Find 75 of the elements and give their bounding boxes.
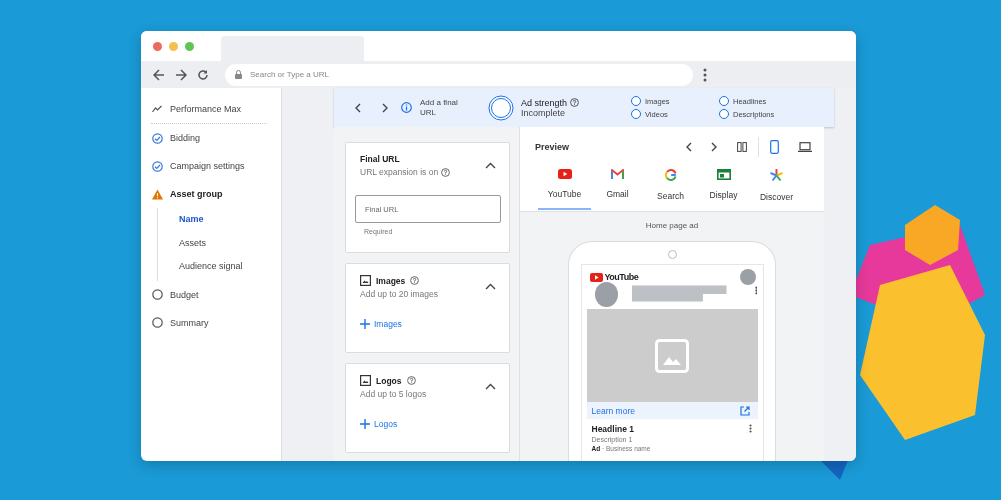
ad-format-label: Home page ad xyxy=(645,221,699,230)
card-subtitle: Add up to 5 logos xyxy=(360,389,427,399)
asterisk-icon xyxy=(770,169,783,182)
brand-logo-text: YouTube xyxy=(604,272,639,282)
external-link-icon[interactable] xyxy=(739,405,750,416)
empty-circle-icon xyxy=(152,317,163,328)
g-circle-icon xyxy=(664,169,677,181)
chevron-right-icon[interactable] xyxy=(711,142,718,152)
channel-tab[interactable]: Gmail xyxy=(591,166,644,210)
ad-strength-status: Incomplete xyxy=(521,107,566,118)
channel-tab[interactable]: Display xyxy=(697,166,750,210)
sidebar-subitem[interactable]: Audience signal xyxy=(158,255,281,279)
columns-icon[interactable] xyxy=(737,142,747,152)
help-icon[interactable] xyxy=(406,376,416,385)
phone-icon[interactable] xyxy=(770,140,779,154)
add-button[interactable]: Logos xyxy=(360,419,398,429)
more-options-icon[interactable] xyxy=(703,67,707,82)
channel-tab[interactable]: Discover xyxy=(750,166,803,210)
help-icon[interactable] xyxy=(570,98,580,107)
card-subtitle: URL expansion is on xyxy=(360,167,439,177)
sidebar-item[interactable]: Performance Max xyxy=(141,95,281,123)
sidebar-item[interactable]: Bidding xyxy=(141,124,281,152)
help-icon[interactable] xyxy=(441,167,451,177)
more-options-icon[interactable] xyxy=(748,424,752,433)
chevron-right-icon[interactable] xyxy=(382,102,389,113)
sidebar-item[interactable]: Budget xyxy=(141,280,281,309)
info-icon xyxy=(401,102,412,113)
add-button[interactable]: Images xyxy=(360,319,402,329)
preview-title: Preview xyxy=(535,142,570,152)
lock-icon xyxy=(235,70,242,79)
plus-icon xyxy=(360,319,370,329)
image-icon xyxy=(360,375,371,386)
check-circle-icon xyxy=(152,160,163,172)
play-button-icon xyxy=(557,169,572,179)
chevron-left-icon[interactable] xyxy=(354,102,361,113)
ad-strength-label: Ad strength xyxy=(521,97,568,108)
laptop-icon[interactable] xyxy=(798,142,812,152)
empty-circle-icon xyxy=(152,289,163,300)
trend-icon xyxy=(152,105,163,113)
channel-tab[interactable]: Search xyxy=(644,166,697,210)
avatar-placeholder xyxy=(594,282,619,307)
hint-text: Add a final URL xyxy=(420,97,459,118)
channel-tab[interactable]: YouTube xyxy=(538,166,591,210)
play-button-icon xyxy=(589,272,603,282)
card-subtitle: Add up to 20 images xyxy=(360,289,438,299)
card-title: Final URL xyxy=(360,154,400,164)
avatar-placeholder xyxy=(739,269,756,285)
sidebar-subitem[interactable]: Assets xyxy=(158,231,281,255)
sidebar-subitem[interactable]: Name xyxy=(158,208,281,232)
close-window-icon[interactable] xyxy=(153,41,162,51)
learn-more-link[interactable]: Learn more xyxy=(591,405,635,416)
card-title: Logos xyxy=(376,375,402,386)
sidebar-item[interactable]: Campaign settings xyxy=(141,152,281,180)
more-options-icon[interactable] xyxy=(754,286,758,295)
chevron-up-icon[interactable] xyxy=(485,283,496,290)
ad-headline: Headline 1 xyxy=(591,424,635,434)
warning-icon xyxy=(152,188,163,200)
plus-icon xyxy=(360,419,370,429)
chevron-up-icon[interactable] xyxy=(485,383,496,390)
image-icon xyxy=(655,338,689,373)
reload-icon[interactable] xyxy=(197,68,209,81)
chevron-left-icon[interactable] xyxy=(685,142,692,152)
help-icon[interactable] xyxy=(410,276,420,285)
back-arrow-icon[interactable] xyxy=(153,68,165,81)
forward-arrow-icon[interactable] xyxy=(175,68,187,81)
card-title: Images xyxy=(376,275,406,286)
image-icon xyxy=(360,275,371,286)
address-bar[interactable]: Search or Type a URL xyxy=(225,63,693,86)
check-circle-icon xyxy=(152,132,163,144)
envelope-m-icon xyxy=(611,169,624,179)
chevron-up-icon[interactable] xyxy=(485,162,496,169)
sidebar-item[interactable]: Asset group xyxy=(141,180,281,208)
ad-strength-ring xyxy=(488,94,514,121)
sidebar-item[interactable]: Summary xyxy=(141,308,281,337)
display-layout-icon xyxy=(716,169,731,180)
